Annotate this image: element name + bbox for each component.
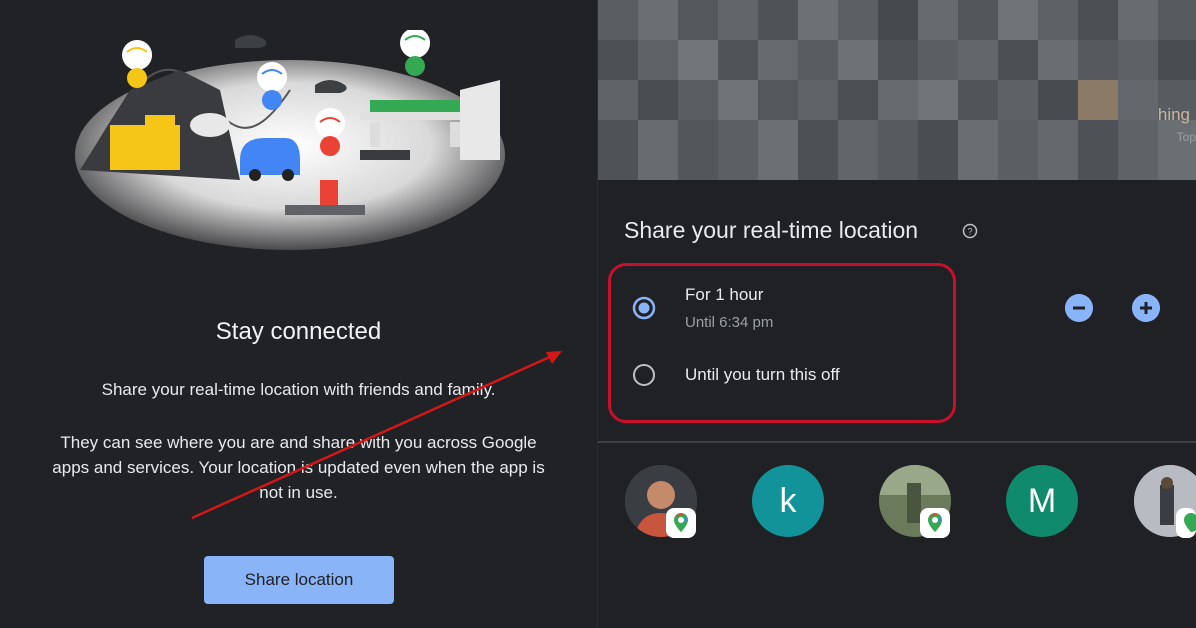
google-maps-badge-icon — [1176, 508, 1196, 538]
location-sharing-illustration — [75, 30, 505, 250]
share-title: Share your real-time location — [624, 217, 919, 243]
pixelated-map — [598, 0, 1196, 180]
section-divider — [598, 441, 1196, 443]
help-circle-icon[interactable]: ? — [962, 223, 978, 239]
share-location-button[interactable]: Share location — [204, 556, 394, 604]
onboarding-panel: Stay connected Share your real-time loca… — [0, 0, 597, 628]
contact-avatar-m[interactable]: M — [1006, 465, 1078, 537]
highlight-annotation-box — [608, 263, 956, 423]
increase-duration-button[interactable] — [1132, 294, 1160, 322]
description-secondary: They can see where you are and share wit… — [52, 433, 545, 502]
share-panel: hing Top Share your real-time location ?… — [598, 0, 1196, 628]
avatar-letter: M — [1027, 481, 1057, 520]
page-title: Stay connected — [215, 318, 382, 345]
avatar-letter: k — [779, 481, 797, 520]
contact-avatar-k[interactable]: k — [752, 465, 824, 537]
svg-text:?: ? — [967, 227, 972, 237]
map-place-label-secondary: Top — [1176, 130, 1196, 144]
decrease-duration-button[interactable] — [1065, 294, 1093, 322]
google-maps-badge-icon — [920, 508, 950, 538]
description-primary: Share your real-time location with frien… — [101, 380, 496, 399]
map-place-label: hing — [1157, 105, 1190, 124]
map-preview[interactable]: hing Top — [598, 0, 1196, 180]
google-maps-badge-icon — [666, 508, 696, 538]
